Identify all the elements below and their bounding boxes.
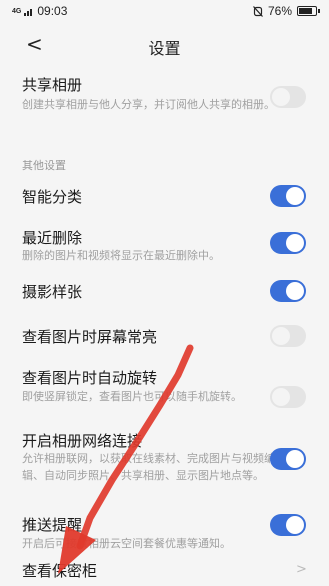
photo-samples-toggle[interactable] (270, 280, 306, 302)
auto-rotate-toggle[interactable] (270, 386, 306, 408)
chevron-right-icon: > (296, 562, 307, 577)
setting-label: 开启相册网络连接 (22, 432, 143, 450)
battery-percent: 76% (267, 4, 292, 18)
mute-icon (253, 5, 263, 17)
setting-label: 智能分类 (22, 188, 83, 206)
app-header: < 设置 (0, 30, 329, 60)
status-bar: 4G 09:03 76% (0, 0, 329, 22)
setting-label: 最近删除 (22, 229, 83, 247)
signal-icon (24, 8, 33, 16)
section-header-other: 其他设置 (22, 159, 66, 172)
network-toggle[interactable] (270, 448, 306, 470)
battery-icon (297, 6, 320, 16)
setting-label: 查看图片时屏幕常亮 (22, 328, 158, 346)
setting-description: 允许相册联网，以获取在线素材、完成图片与视频编辑、自动同步照片、共享相册、显示图… (22, 452, 275, 482)
setting-network[interactable]: 开启相册网络连接 允许相册联网，以获取在线素材、完成图片与视频编辑、自动同步照片… (0, 426, 329, 506)
setting-screen-on[interactable]: 查看图片时屏幕常亮 (0, 321, 329, 353)
setting-description: 开启后可接收相册云空间套餐优惠等通知。 (22, 537, 231, 550)
page-title: 设置 (148, 39, 181, 58)
setting-auto-rotate[interactable]: 查看图片时自动旋转 即使竖屏锁定，查看图片也可以随手机旋转。 (0, 363, 329, 411)
setting-label: 查看图片时自动旋转 (22, 369, 158, 387)
setting-push-notify[interactable]: 推送提醒 开启后可接收相册云空间套餐优惠等通知。 (0, 510, 329, 556)
setting-description: 即使竖屏锁定，查看图片也可以随手机旋转。 (22, 390, 242, 403)
setting-description: 删除的图片和视频将显示在最近删除中。 (22, 249, 220, 262)
setting-label: 共享相册 (22, 76, 83, 94)
clock: 09:03 (37, 4, 68, 18)
recently-deleted-toggle[interactable] (270, 232, 306, 254)
setting-label: 摄影样张 (22, 283, 83, 301)
setting-shared-album[interactable]: 共享相册 创建共享相册与他人分享，并订阅他人共享的相册。 (0, 68, 329, 130)
signal-indicator: 4G (12, 7, 22, 15)
setting-secure-vault[interactable]: 查看保密柜 > (0, 558, 329, 586)
screen-on-toggle[interactable] (270, 325, 306, 347)
shared-album-toggle[interactable] (270, 86, 306, 108)
push-notify-toggle[interactable] (270, 514, 306, 536)
setting-photo-samples[interactable]: 摄影样张 (0, 276, 329, 308)
setting-label: 推送提醒 (22, 516, 83, 534)
setting-smart-classify[interactable]: 智能分类 (0, 180, 329, 214)
setting-description: 创建共享相册与他人分享，并订阅他人共享的相册。 (22, 98, 275, 111)
smart-classify-toggle[interactable] (270, 185, 306, 207)
setting-recently-deleted[interactable]: 最近删除 删除的图片和视频将显示在最近删除中。 (0, 223, 329, 269)
setting-label: 查看保密柜 (22, 562, 98, 580)
